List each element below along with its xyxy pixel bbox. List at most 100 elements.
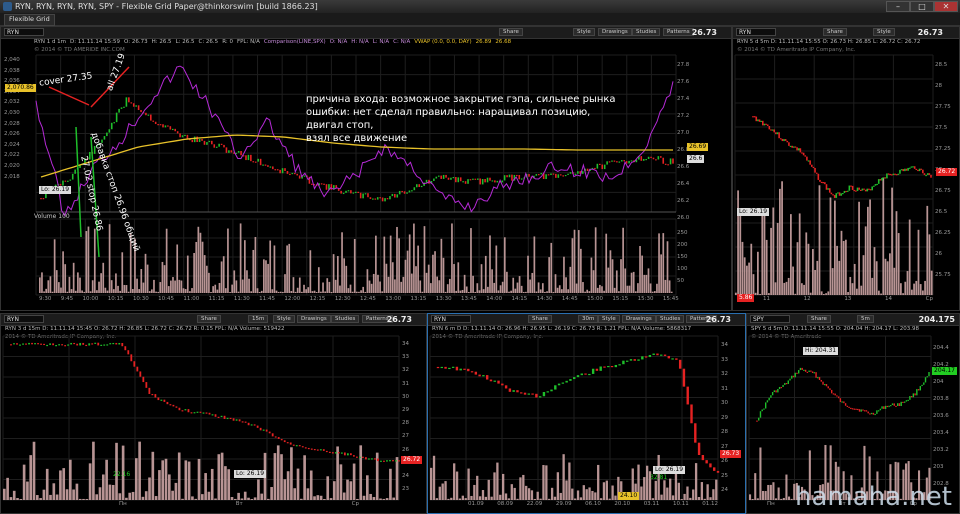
main-volume-bar (284, 274, 286, 293)
tab-flexible-grid[interactable]: Flexible Grid (4, 14, 55, 26)
bl-axis-tick-label: 34 (402, 341, 409, 347)
bm-candle (652, 353, 655, 355)
bm-candle (470, 371, 474, 373)
trade-notes: причина входа: возможное закрытие гэпа, … (306, 94, 616, 144)
bl-axis-tick-label: 26 (402, 446, 409, 453)
bl-candle (380, 460, 382, 462)
bl-volume-bar (366, 475, 369, 500)
br-candle (865, 410, 868, 412)
tr-volume-bar (864, 226, 867, 295)
main-candle (574, 173, 577, 175)
br-candle (900, 401, 902, 407)
main-volume-bar (613, 287, 616, 293)
bl-candle (374, 458, 376, 460)
tr-candle (908, 167, 911, 169)
bm-volume-bar (680, 498, 683, 500)
bm-volume-bar (643, 477, 646, 500)
main-candle (42, 198, 45, 200)
tr-volume-bar (739, 211, 742, 295)
main-candle (613, 160, 616, 162)
minimize-button[interactable]: – (886, 1, 910, 12)
br-candle (804, 369, 807, 372)
main-volume-bar (165, 228, 168, 293)
main-candle (350, 190, 352, 194)
main-volume-bar (186, 255, 189, 293)
close-button[interactable]: ✕ (934, 1, 958, 12)
tr-volume-bar (809, 292, 812, 295)
bl-candle (46, 344, 48, 347)
main-volume-bar (49, 276, 52, 293)
bl-candle (187, 409, 190, 413)
bl-candle (10, 344, 12, 346)
main-candle (106, 132, 108, 137)
main-volume-bar (163, 265, 166, 293)
bm-volume-bar (530, 490, 534, 500)
bl-candle (238, 419, 241, 422)
main-volume-bar (108, 224, 111, 293)
bl-candle (19, 344, 21, 346)
bl-candle (355, 456, 358, 458)
br-candle (797, 370, 800, 374)
main-volume-bar (599, 284, 601, 293)
main-volume-bar (398, 238, 400, 293)
tr-candle (817, 173, 820, 180)
volume-axis: 250 200 150 100 50 (677, 227, 688, 287)
main-candle (598, 163, 601, 165)
tr-candle (876, 183, 878, 186)
maximize-button[interactable]: □ (910, 1, 934, 12)
main-candle (479, 178, 482, 185)
bl-price-tag: 26.72 (401, 456, 423, 464)
time-axis-tick-label: 13:15 (410, 296, 427, 302)
main-volume-bar (189, 291, 191, 293)
bl-volume-bar (293, 488, 297, 500)
bottom-left-chart-panel: RYN Share 15m Style Drawings Studies Pat… (0, 313, 427, 514)
main-candle (198, 138, 201, 143)
main-candle (147, 114, 150, 116)
tr-candle (926, 173, 929, 175)
br-candle (844, 403, 847, 406)
main-candle (267, 165, 269, 167)
main-volume-bar (45, 288, 48, 293)
bm-candle (678, 359, 682, 369)
tr-candle (802, 152, 805, 156)
main-candle (298, 175, 301, 179)
bm-volume-bar (432, 455, 436, 500)
bl-candle (109, 343, 112, 345)
main-volume-bar (423, 226, 426, 293)
tr-x-axis: 11 12 13 14 Ср (763, 296, 933, 302)
main-volume-bar (565, 277, 567, 293)
bl-volume-bar (194, 498, 198, 500)
main-candle (420, 185, 423, 188)
bm-volume-bar (683, 493, 686, 500)
bl-volume-bar (336, 446, 339, 500)
main-volume-bar (609, 250, 612, 293)
main-candle (223, 144, 225, 148)
main-candle (562, 175, 564, 177)
tr-candle (874, 184, 877, 186)
bl-candle (82, 342, 85, 345)
bl-lo-label: Lo: 26.19 (234, 470, 267, 478)
main-candle (367, 193, 369, 198)
main-candle (650, 156, 652, 158)
tr-volume-bar (801, 283, 803, 295)
tr-candle (781, 138, 784, 142)
bm-volume-bar (553, 496, 557, 500)
bl-axis-tick-label: 31 (402, 380, 409, 387)
br-candle (841, 401, 843, 403)
bl-volume-bar (191, 496, 194, 500)
br-axis-tick-label: 204.4 (933, 345, 949, 351)
main-candle (364, 193, 367, 195)
bl-candle (88, 343, 91, 346)
main-candle (135, 105, 137, 107)
br-candle (829, 388, 831, 390)
tr-candle (778, 132, 780, 139)
bm-candle (667, 355, 671, 359)
tr-candle (925, 174, 927, 177)
bl-volume-bar (280, 454, 283, 500)
tr-candle (833, 195, 836, 198)
main-candle (354, 191, 357, 193)
tr-candle (859, 189, 862, 191)
main-volume-bar (377, 274, 379, 293)
bm-candle (576, 375, 580, 378)
bl-volume-bar (283, 479, 287, 500)
